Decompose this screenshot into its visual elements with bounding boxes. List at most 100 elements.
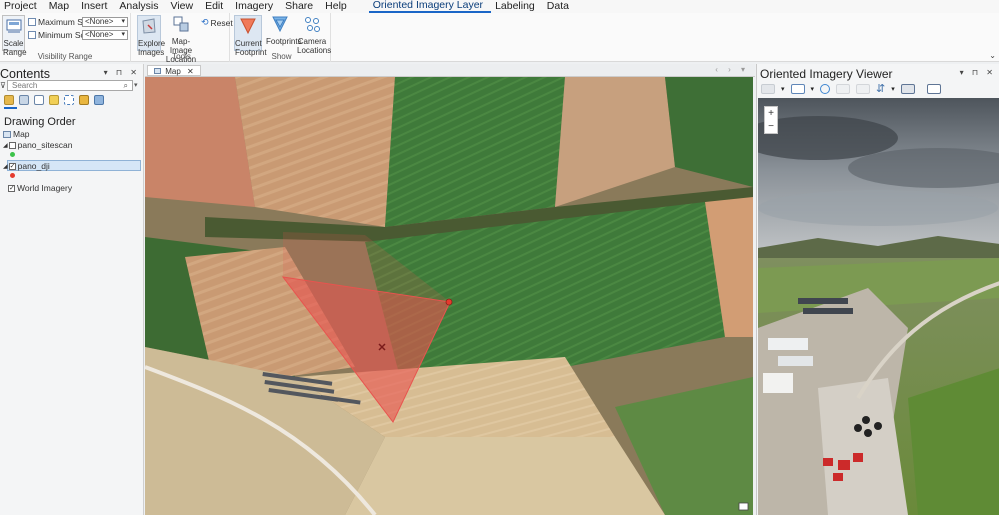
chevron-down-icon[interactable]: ▾ bbox=[811, 85, 815, 93]
image-gallery-icon[interactable] bbox=[856, 83, 871, 94]
tools-group: Explore Images Map-Image Location ⟲ Rese… bbox=[134, 13, 233, 64]
list-by-perspective-imagery-icon[interactable] bbox=[94, 95, 104, 105]
layer-pano-dji[interactable]: ◢ ✓ pano_dji bbox=[3, 161, 50, 171]
pano-dji-visibility-checkbox[interactable]: ✓ bbox=[8, 162, 16, 170]
aerial-imagery bbox=[145, 77, 753, 515]
chevron-down-icon[interactable]: ▾ bbox=[891, 85, 895, 93]
zoom-out-button[interactable]: − bbox=[765, 120, 777, 133]
scale-range-icon bbox=[6, 19, 21, 33]
list-by-labeling-icon[interactable] bbox=[79, 95, 89, 105]
menu-edit[interactable]: Edit bbox=[201, 0, 231, 13]
minimum-scale-combo[interactable]: <None> ▾ bbox=[82, 30, 128, 40]
map-view-tabstrip: Map ✕ ‹ › ▾ bbox=[145, 64, 755, 77]
search-placeholder: Search bbox=[12, 81, 38, 90]
visibility-range-group: Scale Range Maximum Scale <None> ▾ Minim… bbox=[0, 13, 131, 62]
oriented-imagery-viewer-pane: Oriented Imagery Viewer ▾ ⊓ ✕ ▾ ▾ ⇵ ▾ + … bbox=[756, 64, 999, 515]
current-footprint-button[interactable]: Current Footprint bbox=[234, 15, 267, 57]
contents-pane: Contents ▾ ⊓ ✕ ⊽ Search ⌕ ▾ Drawing Orde… bbox=[0, 64, 144, 515]
map-overview-icon[interactable] bbox=[738, 502, 749, 511]
camera-location-marker[interactable] bbox=[445, 298, 453, 306]
camera-locations-button[interactable]: Camera Locations bbox=[297, 15, 331, 55]
list-by-snapping-icon[interactable] bbox=[64, 95, 74, 105]
menu-view[interactable]: View bbox=[167, 0, 202, 13]
pano-sitescan-symbol bbox=[10, 152, 15, 157]
expand-icon[interactable]: ◢ bbox=[3, 163, 8, 170]
menu-imagery[interactable]: Imagery bbox=[231, 0, 281, 13]
contents-search-input[interactable]: Search ⌕ bbox=[7, 80, 133, 91]
map-icon bbox=[3, 130, 11, 138]
toolbar-active-underline bbox=[4, 107, 17, 109]
menu-data[interactable]: Data bbox=[543, 0, 577, 13]
list-by-drawing-order-icon[interactable] bbox=[4, 95, 14, 105]
ribbon-collapse-icon[interactable]: ⌄ bbox=[989, 51, 996, 60]
menu-project[interactable]: Project bbox=[0, 0, 45, 13]
layer-pano-dji-label: pano_dji bbox=[17, 161, 50, 171]
menu-map[interactable]: Map bbox=[45, 0, 77, 13]
viewer-title: Oriented Imagery Viewer bbox=[760, 67, 893, 81]
measure-icon[interactable] bbox=[836, 83, 851, 94]
reset-button[interactable]: ⟲ Reset bbox=[201, 17, 233, 28]
layer-map-label: Map bbox=[13, 129, 30, 139]
show-group: Current Footprint Footprints Camera Loca… bbox=[233, 13, 331, 62]
maximum-scale-icon bbox=[28, 18, 36, 26]
image-enhance-icon[interactable] bbox=[790, 83, 805, 94]
menu-labeling[interactable]: Labeling bbox=[491, 0, 543, 13]
minimum-scale-icon bbox=[28, 31, 36, 39]
explore-images-button[interactable]: Explore Images bbox=[137, 15, 165, 57]
ribbon: Scale Range Maximum Scale <None> ▾ Minim… bbox=[0, 13, 999, 64]
layer-world-imagery[interactable]: ✓ World Imagery bbox=[8, 183, 72, 193]
table-of-images-icon[interactable] bbox=[900, 83, 915, 94]
panorama-image[interactable]: + − bbox=[758, 98, 999, 515]
menu-insert[interactable]: Insert bbox=[77, 0, 115, 13]
viewer-pane-controls[interactable]: ▾ ⊓ ✕ bbox=[960, 68, 996, 77]
maximum-scale-combo[interactable]: <None> ▾ bbox=[82, 17, 128, 27]
map-tab-icon bbox=[154, 68, 161, 74]
list-by-editing-icon[interactable] bbox=[49, 95, 59, 105]
comment-icon[interactable] bbox=[926, 83, 941, 94]
menu-help[interactable]: Help bbox=[321, 0, 355, 13]
footprints-button[interactable]: Footprints bbox=[266, 15, 302, 46]
drawing-order-heading: Drawing Order bbox=[4, 116, 76, 128]
footprints-icon bbox=[272, 16, 288, 33]
pano-dji-symbol bbox=[10, 173, 15, 178]
menu-analysis[interactable]: Analysis bbox=[115, 0, 166, 13]
tab-nav-icons[interactable]: ‹ › ▾ bbox=[715, 65, 749, 74]
tools-group-label: Tools bbox=[172, 52, 191, 61]
layer-pano-sitescan-label: pano_sitescan bbox=[17, 140, 73, 150]
tab-map-label: Map bbox=[165, 67, 181, 76]
zoom-in-button[interactable]: + bbox=[765, 107, 777, 120]
list-by-selection-icon[interactable] bbox=[34, 95, 44, 105]
pano-sitescan-visibility-checkbox[interactable] bbox=[8, 141, 16, 149]
tab-map[interactable]: Map ✕ bbox=[147, 65, 201, 76]
viewer-toolbar: ▾ ▾ ⇵ ▾ bbox=[761, 82, 941, 95]
layer-map[interactable]: Map bbox=[3, 129, 30, 139]
layer-world-imagery-label: World Imagery bbox=[17, 183, 73, 193]
visibility-range-group-label: Visibility Range bbox=[37, 52, 93, 61]
world-imagery-visibility-checkbox[interactable]: ✓ bbox=[8, 184, 15, 192]
scale-range-button[interactable]: Scale Range bbox=[2, 15, 27, 57]
menu-share[interactable]: Share bbox=[281, 0, 321, 13]
map-image-location-icon bbox=[173, 16, 189, 32]
current-footprint-icon bbox=[240, 18, 256, 35]
close-icon[interactable]: ✕ bbox=[187, 67, 194, 76]
chevron-down-icon: ▾ bbox=[121, 31, 125, 38]
viewer-zoom-controls: + − bbox=[764, 106, 778, 134]
image-navigation-icon[interactable] bbox=[761, 83, 775, 94]
contents-title: Contents bbox=[0, 67, 51, 81]
layer-pano-sitescan[interactable]: ◢ pano_sitescan bbox=[3, 140, 72, 150]
minimum-scale-value: <None> bbox=[85, 30, 114, 39]
contents-toolbar bbox=[4, 95, 104, 105]
explore-images-icon bbox=[142, 18, 156, 34]
map-canvas[interactable] bbox=[145, 77, 753, 515]
filter-icon[interactable]: ⊽ bbox=[0, 81, 6, 90]
panorama-photo bbox=[758, 98, 999, 515]
menu-oriented-imagery-layer[interactable]: Oriented Imagery Layer bbox=[368, 0, 492, 13]
sync-icon[interactable]: ⇵ bbox=[876, 82, 885, 95]
list-by-data-source-icon[interactable] bbox=[19, 95, 29, 105]
contents-pane-controls[interactable]: ▾ ⊓ ✕ bbox=[104, 68, 140, 77]
chevron-down-icon[interactable]: ▾ bbox=[781, 85, 785, 93]
expand-icon[interactable]: ◢ bbox=[3, 142, 8, 149]
camera-locations-icon bbox=[305, 17, 320, 32]
search-dropdown-icon[interactable]: ▾ bbox=[134, 81, 138, 89]
compass-icon[interactable] bbox=[820, 83, 831, 94]
